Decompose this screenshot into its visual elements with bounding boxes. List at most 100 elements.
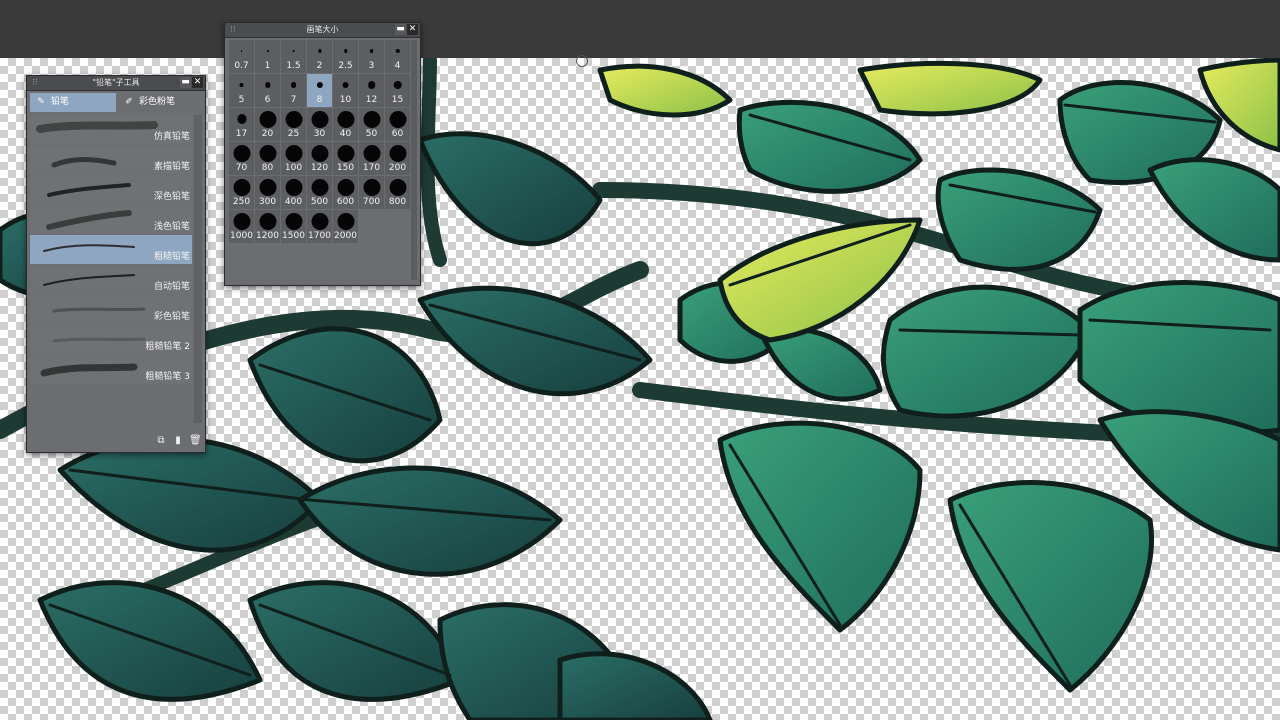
- size-option[interactable]: 500: [307, 176, 332, 209]
- size-option[interactable]: 4: [385, 40, 410, 73]
- size-option[interactable]: 60: [385, 108, 410, 141]
- size-option-label: 170: [362, 163, 381, 173]
- size-option[interactable]: 2.5: [333, 40, 358, 73]
- size-option[interactable]: 1700: [307, 210, 332, 243]
- size-option[interactable]: 120: [307, 142, 332, 175]
- size-option[interactable]: 15: [385, 74, 410, 107]
- size-preview-dot: [259, 144, 276, 162]
- duplicate-icon[interactable]: ⧉: [155, 434, 167, 447]
- size-option-label: 1500: [282, 231, 305, 241]
- tab-pencil[interactable]: ✎ 铅笔: [30, 93, 116, 112]
- size-option[interactable]: 80: [255, 142, 280, 175]
- size-option-label: 5: [238, 95, 245, 105]
- delete-icon[interactable]: 🗑: [189, 434, 202, 447]
- size-option[interactable]: 0.7: [229, 40, 254, 73]
- size-option[interactable]: 170: [359, 142, 384, 175]
- brush-stroke-preview: [43, 244, 135, 252]
- size-option[interactable]: 50: [359, 108, 384, 141]
- size-option-label: 25: [287, 129, 300, 139]
- size-option[interactable]: 400: [281, 176, 306, 209]
- size-option[interactable]: 30: [307, 108, 332, 141]
- tab-pastel[interactable]: ✐ 彩色粉笔: [118, 93, 202, 112]
- size-option-label: 300: [258, 197, 277, 207]
- size-option[interactable]: 10: [333, 74, 358, 107]
- size-option-label: 600: [336, 197, 355, 207]
- brush-size-panel: ⁝⁝ 画笔大小 ▬ ✕ 0.7 1 1.5 2 2.5 3 4 5 6 7 8 10 12 15 17 20 2…: [224, 22, 421, 286]
- size-option-label: 30: [313, 129, 326, 139]
- size-option[interactable]: 40: [333, 108, 358, 141]
- size-option-label: 6: [264, 95, 271, 105]
- size-option[interactable]: 1: [255, 40, 280, 73]
- size-option[interactable]: 250: [229, 176, 254, 209]
- size-option-label: 2.5: [338, 61, 353, 71]
- size-option[interactable]: 25: [281, 108, 306, 141]
- size-option[interactable]: 70: [229, 142, 254, 175]
- pastel-icon: ✐: [125, 97, 133, 107]
- brush-stroke: [52, 337, 146, 343]
- size-option[interactable]: 17: [229, 108, 254, 141]
- size-option-label: 7: [290, 95, 297, 105]
- size-option[interactable]: 1000: [229, 210, 254, 243]
- size-option-label: 8: [316, 95, 323, 105]
- brush-item[interactable]: 彩色铅笔: [30, 295, 192, 324]
- size-preview-dot: [363, 110, 380, 128]
- size-preview-dot: [363, 144, 380, 162]
- size-option[interactable]: 6: [255, 74, 280, 107]
- size-option[interactable]: 8: [307, 74, 332, 107]
- size-preview-dot: [264, 82, 271, 88]
- pencil-subtool-panel: ⁝⁝ "铅笔"子工具 ▬ ✕ ✎ 铅笔 ✐ 彩色粉笔 仿真铅笔 素描铅笔 深色铅笔 浅色铅…: [26, 75, 206, 453]
- size-option[interactable]: 700: [359, 176, 384, 209]
- brush-stroke-preview: [51, 157, 117, 168]
- size-option[interactable]: 300: [255, 176, 280, 209]
- new-subtool-icon[interactable]: ▮: [172, 434, 184, 447]
- size-preview-dot: [233, 212, 250, 230]
- brush-item[interactable]: 粗糙铅笔 3: [30, 355, 192, 384]
- brush-stroke: [51, 157, 117, 168]
- brush-item[interactable]: 浅色铅笔: [30, 205, 192, 234]
- size-option-label: 50: [365, 129, 378, 139]
- size-option[interactable]: 5: [229, 74, 254, 107]
- size-preview-dot: [369, 49, 374, 53]
- size-option[interactable]: 150: [333, 142, 358, 175]
- size-option[interactable]: 200: [385, 142, 410, 175]
- brush-item[interactable]: 自动铅笔: [30, 265, 192, 294]
- brush-list-scrollbar[interactable]: [194, 115, 202, 423]
- brush-item[interactable]: 素描铅笔: [30, 145, 192, 174]
- close-icon[interactable]: ✕: [192, 77, 203, 88]
- size-option[interactable]: 2000: [333, 210, 358, 243]
- brush-item[interactable]: 粗糙铅笔 2: [30, 325, 192, 354]
- size-option[interactable]: 100: [281, 142, 306, 175]
- brush-stroke-preview: [36, 121, 158, 133]
- size-preview-dot: [389, 144, 406, 162]
- size-option-label: 0.7: [234, 61, 249, 71]
- size-preview-dot: [233, 144, 250, 162]
- brush-size-panel-titlebar[interactable]: ⁝⁝ 画笔大小 ▬ ✕: [225, 23, 420, 38]
- size-option-label: 100: [284, 163, 303, 173]
- minimize-icon[interactable]: ▬: [395, 24, 406, 35]
- brush-item[interactable]: 仿真铅笔: [30, 115, 192, 144]
- size-option[interactable]: 7: [281, 74, 306, 107]
- size-option[interactable]: 1200: [255, 210, 280, 243]
- size-option[interactable]: 1500: [281, 210, 306, 243]
- size-option[interactable]: 800: [385, 176, 410, 209]
- size-preview-dot: [389, 110, 406, 128]
- subtool-panel-titlebar[interactable]: ⁝⁝ "铅笔"子工具 ▬ ✕: [27, 76, 205, 91]
- size-preview-dot: [259, 212, 276, 230]
- size-option-label: 10: [339, 95, 352, 105]
- brush-item[interactable]: 深色铅笔: [30, 175, 192, 204]
- size-option-label: 70: [235, 163, 248, 173]
- minimize-icon[interactable]: ▬: [180, 77, 191, 88]
- size-option[interactable]: 12: [359, 74, 384, 107]
- size-option[interactable]: 20: [255, 108, 280, 141]
- brush-stroke: [43, 274, 135, 286]
- size-option[interactable]: 600: [333, 176, 358, 209]
- close-icon[interactable]: ✕: [407, 24, 418, 35]
- size-option[interactable]: 3: [359, 40, 384, 73]
- size-option-label: 12: [365, 95, 378, 105]
- brush-size-scrollbar[interactable]: [411, 40, 417, 280]
- size-option[interactable]: 2: [307, 40, 332, 73]
- size-option-label: 2000: [334, 231, 357, 241]
- brush-item[interactable]: 粗糙铅笔: [30, 235, 192, 264]
- size-preview-dot: [311, 144, 328, 162]
- size-option[interactable]: 1.5: [281, 40, 306, 73]
